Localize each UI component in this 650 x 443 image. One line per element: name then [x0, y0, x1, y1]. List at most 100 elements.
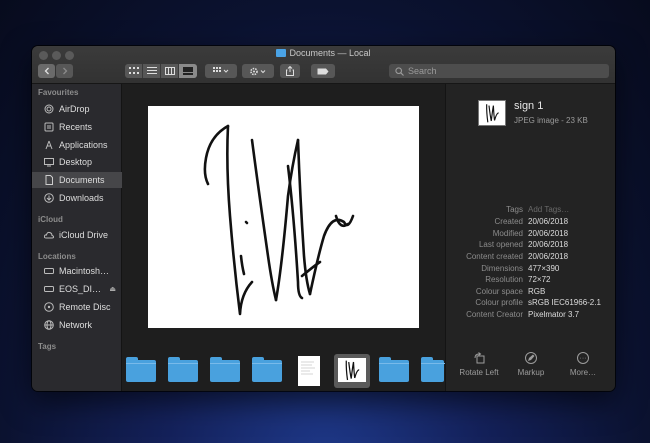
info-value: 20/06/2018: [528, 252, 569, 261]
gallery-preview: [123, 84, 451, 391]
gallery-view-button[interactable]: [179, 64, 197, 78]
search-field[interactable]: Search: [389, 64, 609, 78]
thumbnail-strip: [123, 352, 451, 388]
document-thumbnail[interactable]: [298, 356, 320, 386]
info-key: Content Creator: [466, 310, 523, 319]
info-key: Last opened: [478, 240, 523, 249]
info-value: sRGB IEC61966-2.1: [528, 298, 601, 307]
list-view-button[interactable]: [143, 64, 161, 78]
sidebar-item-macintosh[interactable]: Macintosh…: [32, 263, 122, 279]
info-key: Colour space: [475, 287, 523, 296]
group-button[interactable]: [205, 64, 237, 78]
back-button[interactable]: [38, 64, 55, 78]
sidebar-item-network[interactable]: Network: [32, 317, 122, 333]
info-key: Content created: [466, 252, 523, 261]
cloud-icon: [44, 231, 54, 239]
info-thumbnail: [478, 100, 506, 126]
sidebar-heading-tags: Tags: [38, 342, 57, 351]
sidebar-item-label: EOS_DI…: [59, 284, 102, 294]
signature-thumbnail-icon: [486, 104, 499, 123]
tag-button[interactable]: [311, 64, 335, 78]
sidebar-item-desktop[interactable]: Desktop: [32, 154, 122, 170]
info-value: 20/06/2018: [528, 217, 569, 226]
markup-icon: [525, 352, 537, 364]
finder-window: Documents — Local Search Favourites AirD…: [32, 46, 615, 391]
document-lines-icon: [301, 361, 315, 375]
sidebar-item-recents[interactable]: Recents: [32, 119, 122, 135]
info-key: Resolution: [485, 275, 523, 284]
info-row-resolution: Resolution 72×72: [446, 275, 615, 286]
info-key: Modified: [492, 229, 523, 238]
folder-icon: [276, 49, 287, 57]
info-row-colour-profile: Colour profile sRGB IEC61966-2.1: [446, 298, 615, 309]
icon-view-button[interactable]: [125, 64, 143, 78]
rotate-left-button[interactable]: Rotate Left: [454, 352, 504, 377]
folder-thumbnail[interactable]: [379, 357, 409, 382]
sidebar-item-label: Recents: [59, 122, 93, 132]
sidebar-item-label: Documents: [59, 175, 105, 185]
signature-thumbnail-icon: [345, 360, 360, 381]
more-button[interactable]: ··· More…: [558, 352, 608, 377]
desktop-icon: [44, 158, 54, 167]
recents-icon: [44, 122, 54, 132]
info-key: Dimensions: [481, 264, 523, 273]
sidebar-heading-favourites: Favourites: [38, 88, 79, 97]
rotate-left-icon: [473, 352, 485, 364]
markup-button[interactable]: Markup: [506, 352, 556, 377]
disk-icon: [44, 268, 54, 274]
info-row-last-opened: Last opened 20/06/2018: [446, 240, 615, 251]
folder-thumbnail[interactable]: [210, 357, 240, 382]
forward-button[interactable]: [56, 64, 73, 78]
info-row-content-created: Content created 20/06/2018: [446, 252, 615, 263]
action-label: Rotate Left: [459, 368, 499, 377]
file-kind: JPEG image - 23 KB: [514, 116, 588, 125]
info-value: 72×72: [528, 275, 551, 284]
info-panel: sign 1 JPEG image - 23 KB Tags Add Tags……: [445, 84, 615, 391]
folder-thumbnail[interactable]: [168, 357, 198, 382]
chevron-left-icon: [44, 67, 49, 75]
folder-thumbnail[interactable]: [421, 357, 451, 382]
info-row-content-creator: Content Creator Pixelmator 3.7: [446, 310, 615, 321]
selected-thumbnail[interactable]: [334, 354, 370, 388]
list-icon: [146, 67, 157, 74]
sidebar-item-icloud-drive[interactable]: iCloud Drive: [32, 227, 122, 243]
sidebar-heading-icloud: iCloud: [38, 215, 63, 224]
sidebar-item-downloads[interactable]: Downloads: [32, 190, 122, 206]
sidebar-item-label: Downloads: [59, 193, 104, 203]
eject-icon[interactable]: ⏏: [109, 285, 116, 293]
column-view-button[interactable]: [161, 64, 179, 78]
sidebar-item-remote-disc[interactable]: Remote Disc: [32, 299, 122, 315]
titlebar: Documents — Local Search: [32, 46, 615, 84]
info-row-dimensions: Dimensions 477×390: [446, 264, 615, 275]
group-grid-icon: [213, 67, 229, 73]
folder-thumbnail[interactable]: [126, 357, 156, 382]
sidebar-item-label: Remote Disc: [59, 302, 111, 312]
sidebar-item-applications[interactable]: Applications: [32, 137, 122, 153]
search-icon: [395, 66, 404, 76]
sidebar-item-airdrop[interactable]: AirDrop: [32, 101, 122, 117]
sidebar-item-documents[interactable]: Documents: [32, 172, 122, 188]
quick-actions: Rotate Left Markup ··· More…: [446, 352, 615, 391]
info-row-created: Created 20/06/2018: [446, 217, 615, 228]
info-row-colour-space: Colour space RGB: [446, 287, 615, 298]
sidebar-item-label: AirDrop: [59, 104, 90, 114]
chevron-right-icon: [62, 67, 67, 75]
action-button[interactable]: [242, 64, 274, 78]
info-value: RGB: [528, 287, 546, 296]
sidebar-item-eos-digital[interactable]: EOS_DI… ⏏: [32, 281, 122, 297]
info-row-tags: Tags Add Tags…: [446, 205, 615, 216]
add-tags-field[interactable]: Add Tags…: [528, 205, 569, 214]
share-button[interactable]: [280, 64, 300, 78]
sidebar-item-label: iCloud Drive: [59, 230, 109, 240]
airdrop-icon: [44, 104, 54, 114]
window-title: Documents — Local: [32, 48, 615, 58]
window-title-text: Documents — Local: [289, 48, 371, 58]
folder-thumbnail[interactable]: [252, 357, 282, 382]
gear-icon: [250, 67, 266, 75]
gallery-icon: [183, 67, 193, 75]
info-value: Pixelmator 3.7: [528, 310, 580, 319]
sidebar-item-label: Applications: [59, 140, 108, 150]
applications-icon: [45, 140, 53, 150]
info-value: 477×390: [528, 264, 560, 273]
preview-image[interactable]: [148, 106, 419, 328]
